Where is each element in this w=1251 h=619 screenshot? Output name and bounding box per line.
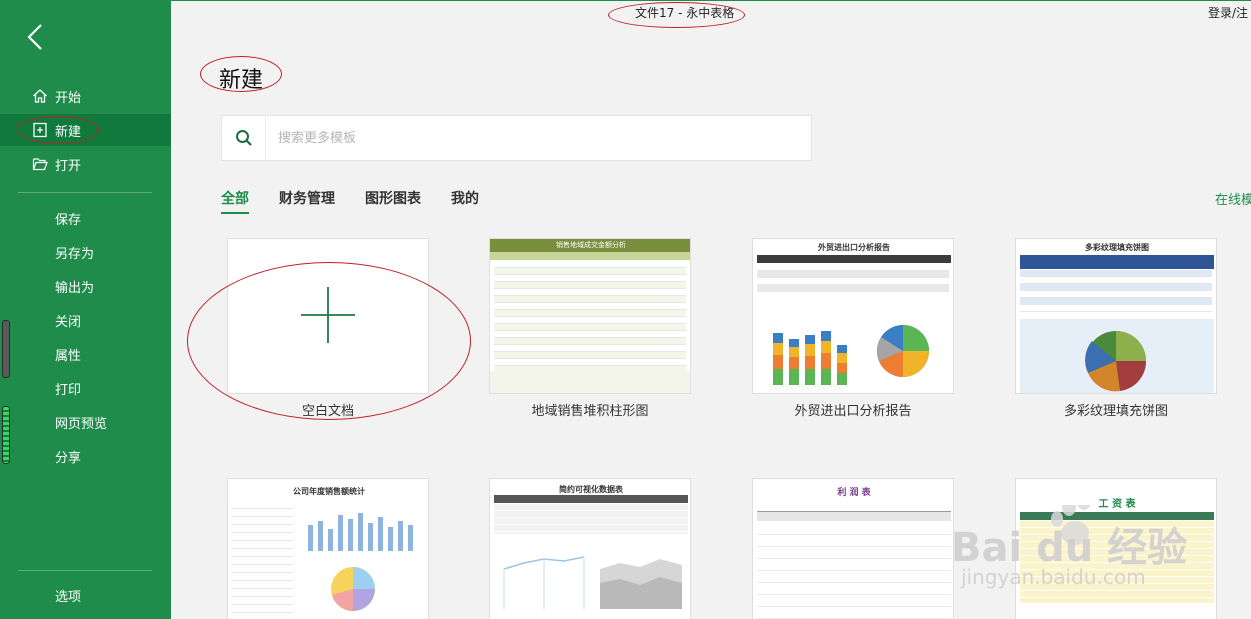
template-card-regional-sales[interactable]: 销售地域成交金额分析 — [489, 238, 691, 394]
sidebar-item-open[interactable]: 打开 — [0, 148, 171, 180]
template-label: 空白文档 — [301, 404, 354, 419]
thumbnail-table — [757, 523, 951, 619]
sidebar-item-label: 打开 — [55, 158, 82, 174]
tab-charts[interactable]: 图形图表 — [365, 188, 421, 214]
thumbnail-header-row — [494, 495, 688, 503]
thumbnail-header-row — [1020, 255, 1214, 269]
thumbnail-pie — [1020, 319, 1214, 393]
sidebar-item-start[interactable]: 开始 — [0, 80, 171, 112]
thumbnail-title: 简约可视化数据表 — [559, 485, 623, 494]
home-icon — [30, 86, 50, 106]
thumbnail-title: 公司年度销售额统计 — [293, 487, 365, 496]
back-button[interactable] — [18, 20, 52, 54]
online-templates-link[interactable]: 在线模 — [1215, 189, 1251, 208]
template-card-trade-report[interactable]: 外贸进出口分析报告 — [752, 238, 954, 394]
thumbnail-header-row — [757, 511, 951, 521]
thumbnail-title: 多彩纹理填充饼图 — [1085, 243, 1149, 252]
thumbnail-table — [1020, 521, 1214, 603]
thumbnail-footer — [490, 371, 690, 393]
title-bar-border — [171, 0, 1251, 1]
main-panel: 文件17 - 永中表格 登录/注 新建 全部 财务管理 图形图表 我的 在线模 … — [171, 0, 1251, 619]
tab-all[interactable]: 全部 — [221, 188, 249, 214]
template-label: 地域销售堆积柱形图 — [531, 404, 649, 419]
template-search — [221, 115, 812, 161]
sidebar-item-print[interactable]: 打印 — [0, 372, 171, 404]
sidebar-item-export[interactable]: 输出为 — [0, 270, 171, 302]
folder-open-icon — [30, 154, 50, 174]
window-title: 文件17 - 永中表格 — [635, 6, 735, 20]
sidebar-item-label: 新建 — [55, 124, 82, 140]
plus-icon — [301, 287, 355, 343]
template-label: 多彩纹理填充饼图 — [1063, 404, 1168, 419]
page-title: 新建 — [219, 68, 264, 93]
sidebar-item-properties[interactable]: 属性 — [0, 338, 171, 370]
sidebar-item-options[interactable]: 选项 — [0, 579, 171, 611]
sidebar-item-web-preview[interactable]: 网页预览 — [0, 406, 171, 438]
thumbnail-title: 销售地域成交金额分析 — [490, 239, 690, 252]
thumbnail-charts — [308, 513, 413, 611]
thumbnail-table — [494, 261, 686, 373]
sidebar-item-share[interactable]: 分享 — [0, 440, 171, 472]
sidebar-divider — [18, 192, 152, 193]
sidebar: 开始 新建 打开 保存 另存为 输出为 关闭 属性 打印 网页预览 分享 选项 — [0, 0, 171, 619]
thumbnail-title: 工 资 表 — [1098, 499, 1136, 510]
sidebar-item-save-as[interactable]: 另存为 — [0, 236, 171, 268]
scrollbar-thumb[interactable] — [2, 406, 10, 464]
thumbnail-table — [1020, 270, 1212, 312]
template-card-textured-pie[interactable]: 多彩纹理填充饼图 — [1015, 238, 1217, 394]
chevron-left-icon — [27, 24, 42, 50]
thumbnail-header-row — [490, 252, 690, 260]
thumbnail-title: 外贸进出口分析报告 — [818, 243, 890, 252]
template-card-visual-data[interactable]: 简约可视化数据表 — [489, 478, 691, 619]
thumbnail-header-row — [757, 255, 951, 263]
category-tabs: 全部 财务管理 图形图表 我的 — [221, 188, 509, 214]
sidebar-item-close[interactable]: 关闭 — [0, 304, 171, 336]
tab-finance[interactable]: 财务管理 — [279, 188, 335, 214]
search-input[interactable] — [278, 130, 778, 146]
thumbnail-table — [757, 264, 949, 292]
thumbnail-charts — [503, 556, 682, 609]
sidebar-item-label: 开始 — [55, 90, 82, 106]
new-file-icon — [30, 120, 50, 140]
template-card-income-statement[interactable]: 利 润 表 — [752, 478, 954, 619]
tab-mine[interactable]: 我的 — [451, 188, 479, 214]
template-card-annual-sales[interactable]: 公司年度销售额统计 — [227, 478, 429, 619]
sidebar-item-new[interactable]: 新建 — [0, 114, 171, 146]
login-link[interactable]: 登录/注 — [1208, 4, 1248, 21]
app-window: 开始 新建 打开 保存 另存为 输出为 关闭 属性 打印 网页预览 分享 选项 — [0, 0, 1251, 619]
thumbnail-table — [231, 501, 293, 619]
thumbnail-title: 利 润 表 — [837, 488, 871, 498]
template-label: 外贸进出口分析报告 — [794, 404, 912, 419]
sidebar-divider — [18, 570, 152, 571]
search-icon[interactable] — [222, 115, 266, 161]
thumbnail-table — [494, 504, 688, 534]
scrollbar-thumb[interactable] — [2, 320, 10, 378]
thumbnail-header-row — [1020, 512, 1214, 520]
sidebar-item-save[interactable]: 保存 — [0, 202, 171, 234]
template-card-payroll[interactable]: 工 资 表 — [1015, 478, 1217, 619]
thumbnail-charts — [773, 325, 929, 385]
template-card-blank[interactable] — [227, 238, 429, 394]
